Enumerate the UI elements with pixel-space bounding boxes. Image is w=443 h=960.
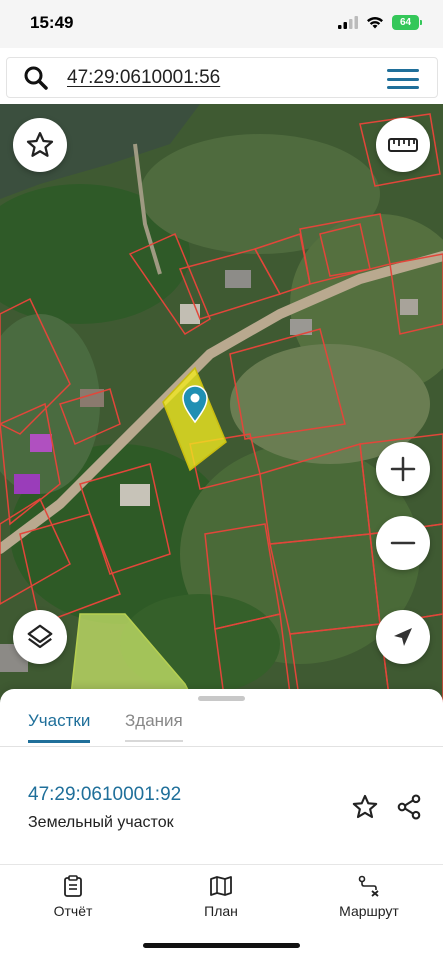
share-button[interactable] bbox=[392, 790, 426, 824]
minus-icon bbox=[390, 541, 416, 545]
star-icon bbox=[352, 794, 378, 819]
clipboard-icon bbox=[64, 875, 82, 897]
tab-plots[interactable]: Участки bbox=[28, 711, 91, 743]
bottom-sheet: Участки Здания 47:29:0610001:92 Земельны… bbox=[0, 689, 443, 960]
plus-icon bbox=[390, 456, 416, 482]
battery-indicator: 64 bbox=[392, 15, 422, 30]
measure-button[interactable] bbox=[376, 118, 430, 172]
layers-button[interactable] bbox=[13, 610, 67, 664]
ruler-icon bbox=[388, 138, 418, 152]
status-time: 15:49 bbox=[30, 13, 74, 32]
favorite-parcel-button[interactable] bbox=[348, 790, 382, 824]
navigation-arrow-icon bbox=[394, 628, 412, 646]
share-icon bbox=[397, 794, 421, 820]
zoom-out-button[interactable] bbox=[376, 516, 430, 570]
tab-buildings[interactable]: Здания bbox=[125, 711, 183, 742]
parcel-type-label: Земельный участок bbox=[28, 814, 174, 831]
home-indicator bbox=[143, 943, 300, 948]
nav-report-label: Отчёт bbox=[53, 903, 93, 919]
zoom-in-button[interactable] bbox=[376, 442, 430, 496]
nav-plan[interactable]: План bbox=[161, 875, 281, 919]
layers-icon bbox=[27, 624, 53, 649]
tab-bar: Участки Здания bbox=[0, 707, 443, 747]
bottom-nav: Отчёт План Маршрут bbox=[0, 865, 443, 925]
route-icon bbox=[358, 875, 379, 897]
map-imagery bbox=[0, 104, 443, 704]
my-location-button[interactable] bbox=[376, 610, 430, 664]
star-icon bbox=[26, 132, 54, 157]
favorite-button[interactable] bbox=[13, 118, 67, 172]
nav-route-label: Маршрут bbox=[339, 903, 399, 919]
map-icon bbox=[210, 876, 232, 896]
status-bar: 15:49 64 bbox=[0, 0, 443, 48]
search-input[interactable] bbox=[67, 66, 347, 89]
cellular-signal-icon bbox=[338, 16, 358, 29]
nav-plan-label: План bbox=[204, 903, 238, 919]
parcel-cadastral-number[interactable]: 47:29:0610001:92 bbox=[28, 784, 181, 806]
sheet-grabber[interactable] bbox=[198, 696, 245, 701]
nav-report[interactable]: Отчёт bbox=[13, 875, 133, 919]
search-bar bbox=[6, 57, 438, 98]
nav-route[interactable]: Маршрут bbox=[309, 875, 429, 919]
search-icon[interactable] bbox=[23, 65, 49, 91]
menu-icon[interactable] bbox=[387, 69, 419, 89]
wifi-icon bbox=[367, 17, 383, 29]
satellite-map[interactable] bbox=[0, 104, 443, 704]
status-icons: 64 bbox=[338, 15, 422, 30]
